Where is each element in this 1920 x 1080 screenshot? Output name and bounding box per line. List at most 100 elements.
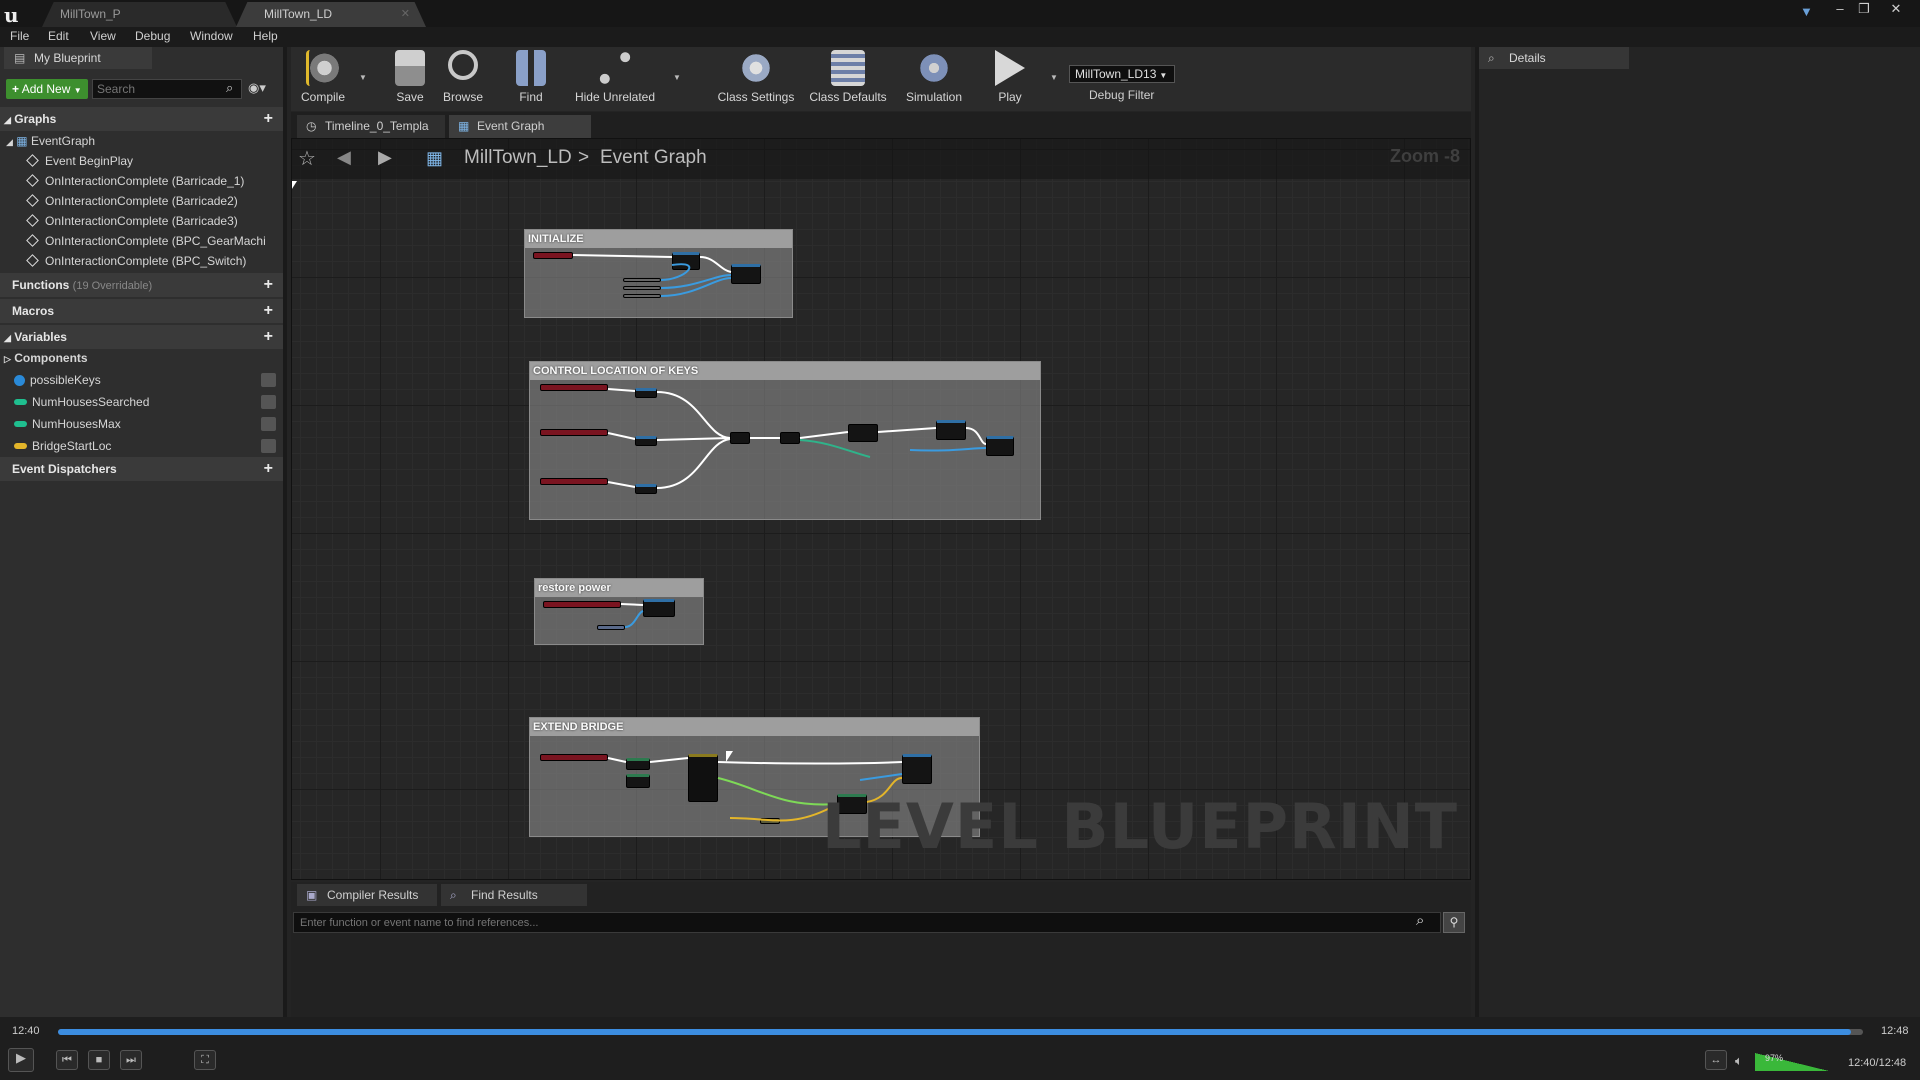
event-node[interactable]: [540, 754, 608, 761]
play-icon[interactable]: ▶: [8, 1048, 34, 1072]
add-dispatcher-icon[interactable]: +: [264, 457, 273, 481]
tab-compiler-results[interactable]: ▣ Compiler Results: [297, 884, 437, 906]
tab-details[interactable]: ⌕ Details: [1479, 47, 1629, 69]
function-node[interactable]: [635, 484, 657, 494]
visibility-toggle-icon[interactable]: [261, 439, 276, 453]
doc-tab-milltown-ld[interactable]: MillTown_LD ✕: [236, 2, 426, 27]
find-references-input[interactable]: [293, 912, 1441, 933]
variable-node[interactable]: [623, 278, 661, 282]
variable-row[interactable]: NumHousesSearched: [12, 391, 284, 413]
function-node[interactable]: [672, 252, 700, 270]
close-tab-icon[interactable]: ✕: [401, 2, 410, 27]
next-icon[interactable]: ⏭: [120, 1050, 142, 1070]
event-node[interactable]: [540, 429, 608, 436]
comment-box-initialize[interactable]: INITIALIZE: [524, 229, 793, 318]
doc-tab-milltown-p[interactable]: MillTown_P: [42, 2, 237, 27]
section-graphs[interactable]: ◢ Graphs +: [0, 107, 283, 131]
tab-timeline[interactable]: ◷ Timeline_0_Templa: [297, 115, 445, 138]
search-icon[interactable]: ⌕: [226, 80, 233, 96]
variable-row[interactable]: NumHousesMax: [12, 413, 284, 435]
function-node[interactable]: [635, 436, 657, 446]
tab-event-graph[interactable]: ▦ Event Graph: [449, 115, 591, 138]
tree-item-event[interactable]: OnInteractionComplete (BPC_GearMachi: [24, 231, 266, 251]
add-macro-icon[interactable]: +: [264, 299, 273, 323]
maximize-icon[interactable]: ❐: [1853, 2, 1875, 18]
event-node[interactable]: [540, 384, 608, 391]
menu-file[interactable]: File: [10, 29, 29, 43]
add-variable-icon[interactable]: +: [264, 325, 273, 349]
function-node[interactable]: [936, 420, 966, 440]
section-variables[interactable]: ◢ Variables +: [0, 325, 283, 349]
stop-icon[interactable]: ■: [88, 1050, 110, 1070]
add-function-icon[interactable]: +: [264, 273, 273, 297]
variable-node[interactable]: [760, 818, 780, 824]
tab-find-results[interactable]: ⌕ Find Results: [441, 884, 587, 906]
add-new-button[interactable]: + Add New ▼: [6, 79, 88, 99]
variable-node[interactable]: [623, 294, 661, 298]
simulation-button[interactable]: Simulation: [901, 50, 967, 104]
menu-window[interactable]: Window: [190, 29, 233, 43]
breadcrumb-level[interactable]: MillTown_LD: [464, 147, 572, 169]
event-node[interactable]: [540, 478, 608, 485]
comment-box-control-location-of-keys[interactable]: CONTROL LOCATION OF KEYS: [529, 361, 1041, 520]
play-options-chevron-icon[interactable]: ▼: [1050, 73, 1058, 82]
sequence-node[interactable]: [780, 432, 800, 444]
compile-button[interactable]: Compile: [293, 50, 353, 104]
tab-my-blueprint[interactable]: ▤ My Blueprint: [4, 47, 152, 69]
hide-unrelated-chevron-icon[interactable]: ▼: [673, 73, 681, 82]
compile-options-chevron-icon[interactable]: ▼: [359, 73, 367, 82]
tree-item-event[interactable]: OnInteractionComplete (Barricade_1): [24, 171, 244, 191]
section-macros[interactable]: Macros +: [0, 299, 283, 323]
components-category[interactable]: ▷ Components: [4, 347, 276, 369]
back-arrow-icon[interactable]: ◀: [337, 147, 351, 168]
minimize-icon[interactable]: –: [1829, 2, 1851, 18]
search-input[interactable]: [92, 79, 242, 99]
fullscreen-icon[interactable]: ⛶: [194, 1050, 216, 1070]
tree-item-event[interactable]: OnInteractionComplete (Barricade2): [24, 191, 238, 211]
unreal-logo-icon[interactable]: u: [4, 3, 19, 27]
hide-unrelated-button[interactable]: Hide Unrelated: [573, 50, 657, 104]
visibility-eye-icon[interactable]: ◉▾: [248, 80, 266, 96]
event-node[interactable]: [533, 252, 573, 259]
breadcrumb-graph[interactable]: Event Graph: [600, 147, 707, 169]
tree-item-event[interactable]: OnInteractionComplete (Barricade3): [24, 211, 238, 231]
event-node[interactable]: [543, 601, 621, 608]
favorite-star-icon[interactable]: ☆: [298, 146, 316, 171]
variable-node[interactable]: [597, 625, 625, 630]
forward-arrow-icon[interactable]: ▶: [378, 147, 392, 168]
function-node[interactable]: [643, 599, 675, 617]
visibility-toggle-icon[interactable]: [261, 373, 276, 387]
add-graph-icon[interactable]: +: [264, 107, 273, 131]
browse-button[interactable]: Browse: [438, 50, 488, 104]
tree-item-eventgraph[interactable]: ◢ ▦ EventGraph: [6, 131, 95, 151]
visibility-toggle-icon[interactable]: [261, 395, 276, 409]
function-node[interactable]: [902, 754, 932, 784]
find-search-icon[interactable]: ⌕: [1416, 912, 1424, 929]
function-node[interactable]: [986, 436, 1014, 456]
sequence-node[interactable]: [730, 432, 750, 444]
variable-node[interactable]: [623, 286, 661, 290]
close-window-icon[interactable]: ✕: [1885, 2, 1907, 18]
section-event-dispatchers[interactable]: Event Dispatchers +: [0, 457, 283, 481]
play-button[interactable]: Play: [988, 50, 1032, 104]
volume-icon[interactable]: 🔈︎: [1735, 1053, 1743, 1069]
aspect-ratio-icon[interactable]: ↔: [1705, 1050, 1727, 1070]
tree-item-event[interactable]: OnInteractionComplete (BPC_Switch): [24, 251, 246, 271]
class-settings-button[interactable]: Class Settings: [715, 50, 797, 104]
function-node[interactable]: [731, 264, 761, 284]
find-in-all-blueprints-icon[interactable]: ⚲: [1443, 912, 1465, 933]
find-button[interactable]: Find: [511, 50, 551, 104]
tree-item-event[interactable]: Event BeginPlay: [24, 151, 133, 171]
progress-bar[interactable]: [58, 1029, 1863, 1035]
menu-debug[interactable]: Debug: [135, 29, 170, 43]
timeline-node[interactable]: [688, 754, 718, 802]
function-node[interactable]: [626, 774, 650, 788]
menu-edit[interactable]: Edit: [48, 29, 69, 43]
function-node[interactable]: [848, 424, 878, 442]
menu-view[interactable]: View: [90, 29, 116, 43]
comment-box-restore-power[interactable]: restore power: [534, 578, 704, 645]
variable-row[interactable]: BridgeStartLoc: [12, 435, 284, 457]
previous-icon[interactable]: ⏮: [56, 1050, 78, 1070]
menu-help[interactable]: Help: [253, 29, 278, 43]
event-graph-canvas[interactable]: ☆ ◀ ▶ ▦ MillTown_LD > Event Graph Zoom -…: [291, 138, 1471, 880]
